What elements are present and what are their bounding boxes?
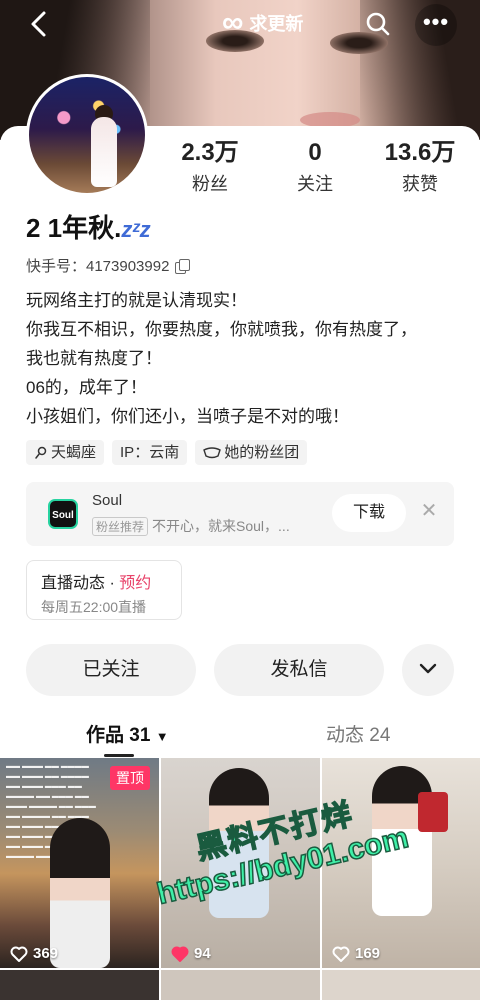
video-thumbnail[interactable]: ▬▬ ▬▬▬ ▬▬ ▬▬▬▬ ▬▬ ▬▬▬ ▬▬ ▬▬▬▬ ▬▬ ▬▬▬ ▬▬▬… — [0, 758, 159, 968]
bio-line: 06的，成年了！ — [26, 378, 147, 397]
bio-line: 你我互不相识，你要热度，你就喷我，你有热度了， — [26, 320, 417, 339]
search-button[interactable] — [360, 6, 396, 42]
ad-subtitle-row: 粉丝推荐 不开心，就来Soul，... — [92, 516, 290, 536]
tab-moments[interactable]: 动态 24 — [326, 720, 390, 747]
live-reserve-link[interactable]: 预约 — [119, 575, 151, 592]
profile-bio: 玩网络主打的就是认清现实！ 你我互不相识，你要热度，你就喷我，你有热度了， 我也… — [26, 286, 466, 431]
like-count-value: 369 — [33, 945, 59, 962]
fan-club-icon — [203, 446, 222, 458]
chevron-down-icon — [419, 663, 437, 674]
infinity-icon: ∞ — [222, 6, 244, 39]
works-grid: ▬▬ ▬▬▬ ▬▬ ▬▬▬▬ ▬▬ ▬▬▬ ▬▬ ▬▬▬▬ ▬▬ ▬▬▬ ▬▬▬… — [0, 758, 480, 1000]
ellipsis-icon: ••• — [422, 9, 450, 34]
like-count: 94 — [171, 945, 211, 962]
heart-outline-icon — [10, 946, 28, 962]
caret-down-icon: ▼ — [155, 729, 169, 744]
heart-filled-icon — [171, 946, 189, 962]
stat-value: 13.6万 — [384, 139, 456, 166]
content-tabs: 作品 31 ▼ 动态 24 — [0, 712, 480, 757]
like-count: 369 — [10, 945, 58, 962]
stat-label: 获赞 — [402, 174, 438, 194]
live-schedule: 每周五22:00直播 — [41, 599, 147, 615]
live-schedule-card[interactable]: 直播动态 · 预约 每周五22:00直播 — [26, 560, 182, 620]
request-update-label: 求更新 — [249, 14, 304, 34]
sleeping-zzz-icon: zᶻz — [121, 217, 151, 242]
like-count-value: 169 — [355, 945, 381, 962]
following-button[interactable]: 已关注 — [26, 644, 196, 696]
active-tab-indicator — [104, 754, 134, 757]
ad-title: Soul — [92, 492, 123, 509]
stat-value: 0 — [308, 139, 322, 166]
ad-subtitle: 不开心，就来Soul，... — [152, 518, 290, 534]
stat-fans[interactable]: 2.3万 粉丝 — [160, 138, 260, 196]
stat-label: 粉丝 — [192, 174, 228, 194]
stat-likes[interactable]: 13.6万 获赞 — [370, 138, 470, 196]
close-icon[interactable]: ✕ — [418, 500, 440, 522]
tag-label: 天蝎座 — [51, 444, 97, 461]
decoration-knot — [418, 792, 448, 832]
chevron-left-icon — [31, 11, 46, 37]
sponsored-ad-card[interactable]: Soul Soul 粉丝推荐 不开心，就来Soul，... 下载 ✕ — [26, 482, 454, 546]
like-count-value: 94 — [194, 945, 211, 962]
pinned-badge: 置顶 — [110, 766, 150, 790]
profile-name: 2 1年秋.zᶻz — [26, 208, 151, 245]
stat-label: 关注 — [297, 174, 333, 194]
back-button[interactable] — [22, 6, 58, 42]
video-thumbnail[interactable]: 169 — [322, 758, 480, 968]
video-thumbnail[interactable]: 94 — [161, 758, 320, 968]
live-title-row: 直播动态 · 预约 — [41, 569, 181, 593]
video-thumbnail[interactable] — [0, 970, 159, 1000]
kuaishou-id-row[interactable]: 快手号：4173903992 — [26, 255, 191, 276]
ad-badge: 粉丝推荐 — [92, 516, 149, 536]
soul-app-logo: Soul — [48, 499, 78, 529]
profile-stats: 2.3万 粉丝 0 关注 13.6万 获赞 — [160, 138, 470, 196]
kuaishou-id: 快手号：4173903992 — [26, 258, 170, 275]
ad-download-button[interactable]: 下载 — [332, 494, 406, 532]
tag-zodiac: 天蝎座 — [26, 440, 105, 465]
tab-works[interactable]: 作品 31 ▼ — [86, 720, 169, 747]
bio-line: 玩网络主打的就是认清现实！ — [26, 291, 247, 310]
tab-works-label: 作品 31 — [86, 725, 151, 746]
heart-outline-icon — [332, 946, 350, 962]
stat-following[interactable]: 0 关注 — [265, 138, 365, 196]
video-thumbnail[interactable] — [322, 970, 480, 1000]
bio-line: 我也就有热度了！ — [26, 349, 162, 368]
avatar[interactable] — [26, 74, 148, 196]
tag-label: 她的粉丝团 — [224, 444, 300, 461]
live-title: 直播动态 · — [41, 575, 120, 592]
profile-name-text: 2 1年秋. — [26, 213, 122, 243]
top-bar: ∞ 求更新 ••• — [0, 0, 480, 46]
send-message-button[interactable]: 发私信 — [214, 644, 384, 696]
expand-button[interactable] — [402, 644, 454, 696]
copy-icon[interactable] — [175, 258, 191, 274]
tag-ip-location: IP：云南 — [112, 440, 188, 465]
bio-line: 小孩姐们，你们还小，当喷子是不对的哦！ — [26, 407, 349, 426]
video-thumbnail[interactable] — [161, 970, 320, 1000]
request-update-button[interactable]: ∞ 求更新 — [214, 4, 317, 42]
stat-value: 2.3万 — [181, 139, 239, 166]
more-options-button[interactable]: ••• — [415, 4, 457, 46]
tag-fan-club[interactable]: 她的粉丝团 — [195, 440, 308, 465]
like-count: 169 — [332, 945, 380, 962]
tag-label: IP：云南 — [120, 444, 180, 461]
profile-tags: 天蝎座 IP：云南 她的粉丝团 — [26, 440, 308, 465]
search-icon — [366, 12, 390, 36]
location-pin-icon — [35, 446, 47, 459]
